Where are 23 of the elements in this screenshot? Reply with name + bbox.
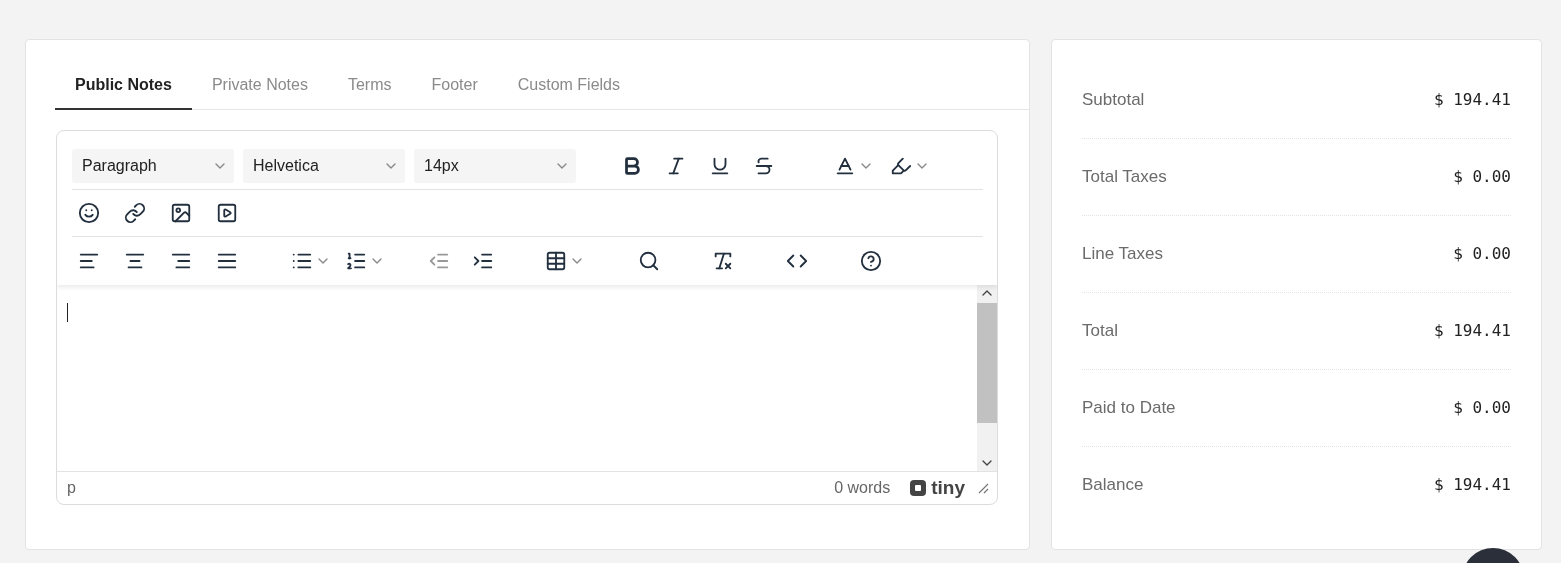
block-format-select[interactable]: Paragraph — [72, 149, 234, 183]
tab[interactable]: Public Notes — [55, 64, 192, 110]
font-size-select[interactable]: 14px — [414, 149, 576, 183]
tab[interactable]: Footer — [411, 64, 498, 110]
summary-label: Line Taxes — [1082, 243, 1163, 264]
summary-label: Balance — [1082, 474, 1144, 495]
tab[interactable]: Custom Fields — [497, 64, 640, 110]
element-path[interactable]: p — [67, 479, 76, 497]
tab[interactable]: Terms — [327, 64, 412, 110]
summary-label: Subtotal — [1082, 89, 1145, 110]
summary-value: $ 194.41 — [1433, 475, 1511, 494]
summary-value: $ 194.41 — [1433, 321, 1511, 340]
summary-value: $ 0.00 — [1453, 167, 1511, 186]
summary-value: $ 0.00 — [1453, 244, 1511, 263]
word-count[interactable]: 0 words — [834, 479, 891, 497]
brand-link[interactable]: tiny — [908, 477, 965, 499]
summary-label: Total Taxes — [1082, 166, 1167, 187]
summary-value: $ 0.00 — [1453, 398, 1511, 417]
summary-value: $ 194.41 — [1433, 90, 1511, 109]
tab[interactable]: Private Notes — [191, 64, 328, 110]
font-family-select[interactable]: Helvetica — [243, 149, 405, 183]
summary-label: Total — [1082, 320, 1118, 341]
summary-label: Paid to Date — [1082, 397, 1176, 418]
